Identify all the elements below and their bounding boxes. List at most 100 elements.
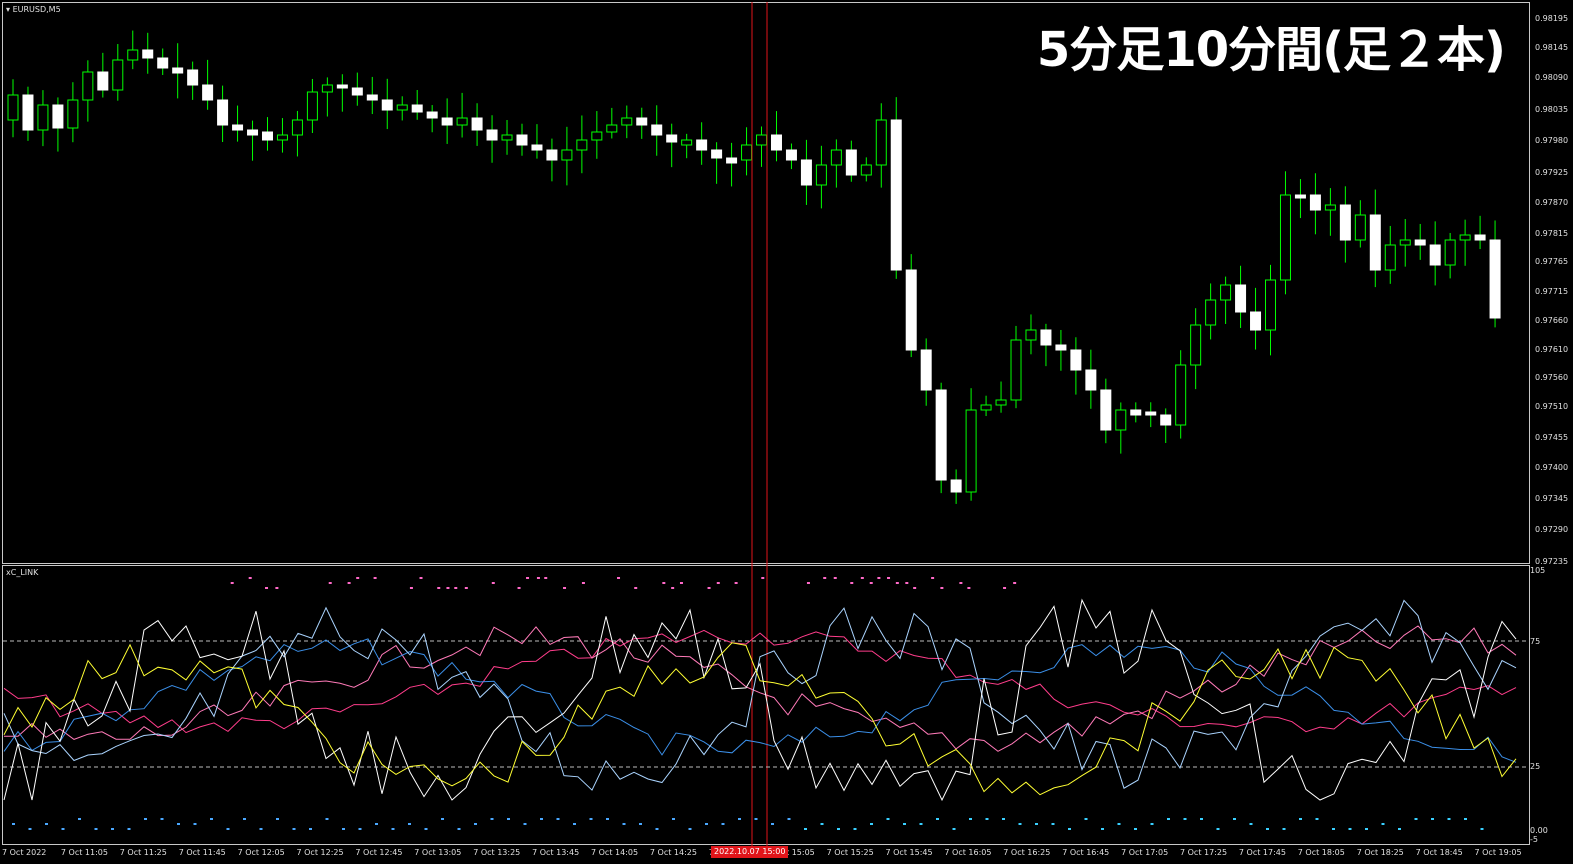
- signal-dot: [903, 823, 906, 825]
- signal-dot: [1480, 828, 1484, 830]
- chart-window[interactable]: ▾ EURUSD,M5 xC_LINK 5分足10分間(足２本) 0.98195…: [0, 0, 1573, 864]
- candle-body: [381, 99, 393, 111]
- price-tick-label: 0.98035: [1535, 105, 1569, 114]
- candle-body: [471, 117, 483, 131]
- signal-dot: [887, 577, 891, 579]
- signal-dot: [716, 582, 720, 584]
- candle-body: [52, 104, 64, 129]
- signal-dot: [919, 823, 923, 825]
- signal-dot: [1018, 823, 1022, 825]
- signal-dot: [226, 828, 230, 830]
- candle-body: [770, 134, 782, 151]
- candle-body: [621, 117, 633, 126]
- signal-dot: [738, 818, 741, 820]
- signal-dot: [454, 587, 458, 589]
- time-tick-label: 7 Oct 13:45: [532, 848, 580, 857]
- signal-dot: [563, 587, 567, 589]
- candle-body: [890, 119, 902, 271]
- signal-dot: [441, 818, 444, 820]
- time-tick-label: 7 Oct 16:45: [1062, 848, 1110, 857]
- signal-dot: [419, 577, 423, 579]
- signal-dot: [536, 577, 540, 579]
- signal-dot: [754, 818, 758, 820]
- signal-dot: [342, 828, 345, 830]
- signal-dot: [1003, 587, 1007, 589]
- signal-dot: [1464, 818, 1467, 820]
- time-tick-label: 7 Oct 18:45: [1415, 848, 1463, 857]
- time-tick-label: 7 Oct 18:25: [1356, 848, 1404, 857]
- time-tick-label: 7 Oct 11:45: [178, 848, 226, 857]
- candle-body: [666, 134, 678, 143]
- candle-body: [7, 94, 19, 121]
- signal-dot: [886, 818, 890, 820]
- signal-dot: [276, 818, 279, 820]
- candle-body: [456, 117, 468, 126]
- signal-dot: [437, 587, 441, 589]
- indicator-label: xC_LINK: [6, 568, 39, 577]
- dropdown-triangle-icon[interactable]: ▾: [6, 5, 10, 14]
- signal-dot: [707, 587, 711, 589]
- candle-body: [1205, 299, 1217, 326]
- level-tick-label: 25: [1530, 762, 1541, 771]
- candle-body: [1414, 239, 1426, 246]
- candle-body: [711, 149, 723, 159]
- candle-body: [531, 144, 543, 151]
- signal-dot: [177, 823, 180, 825]
- signal-dot: [969, 818, 972, 820]
- signal-dot: [1365, 828, 1368, 830]
- candle-body: [217, 99, 229, 126]
- signal-dot: [804, 828, 807, 830]
- signal-dot: [823, 577, 827, 579]
- signal-dot: [936, 818, 939, 820]
- price-tick-label: 0.97815: [1535, 229, 1569, 238]
- candle-body: [1040, 329, 1052, 346]
- signal-dot: [464, 587, 468, 589]
- candle-body: [1220, 284, 1232, 301]
- candle-body: [1294, 194, 1306, 199]
- candle-body: [396, 104, 408, 111]
- signal-dot: [275, 587, 279, 589]
- candle-body: [1354, 214, 1366, 241]
- candle-body: [905, 269, 917, 351]
- signal-dot: [259, 828, 263, 830]
- candle-body: [860, 164, 872, 176]
- candle-body: [1190, 324, 1202, 366]
- signal-dot: [860, 577, 864, 579]
- candle-body: [785, 149, 797, 161]
- signal-dot: [1332, 828, 1335, 830]
- signal-dot: [409, 587, 413, 589]
- signal-dot: [705, 823, 708, 825]
- candle-body: [815, 164, 827, 186]
- signal-dot: [457, 828, 461, 830]
- signal-dot: [1013, 582, 1017, 584]
- candle-body: [726, 157, 738, 164]
- signal-dot: [1398, 828, 1401, 830]
- candle-body: [82, 71, 94, 101]
- signal-dot: [1084, 818, 1088, 820]
- candle-body: [1429, 244, 1441, 266]
- candle-body: [157, 57, 169, 69]
- signal-dot: [61, 828, 65, 830]
- candle-body: [187, 69, 199, 86]
- signal-dot: [556, 818, 560, 820]
- indicator-line: [3, 625, 1517, 752]
- candle-body: [202, 84, 214, 101]
- candle-body: [651, 124, 663, 136]
- signal-dot: [679, 582, 683, 584]
- candle-body: [1100, 389, 1112, 431]
- time-tick-label: 7 Oct 17:45: [1238, 848, 1286, 857]
- signal-dot: [634, 587, 638, 589]
- signal-dot: [523, 823, 527, 825]
- candle-body: [411, 104, 423, 113]
- candle-body: [950, 479, 962, 493]
- signal-dot: [1002, 818, 1005, 820]
- overlay-title: 5分足10分間(足２本): [1036, 22, 1506, 78]
- candle-body: [1175, 364, 1187, 426]
- candle-body: [306, 91, 318, 121]
- signal-dot: [837, 828, 840, 830]
- candle-body: [97, 71, 109, 91]
- signal-dot: [1150, 823, 1154, 825]
- signal-dot: [606, 818, 609, 820]
- signal-dot: [671, 587, 675, 589]
- signal-dot: [853, 828, 857, 830]
